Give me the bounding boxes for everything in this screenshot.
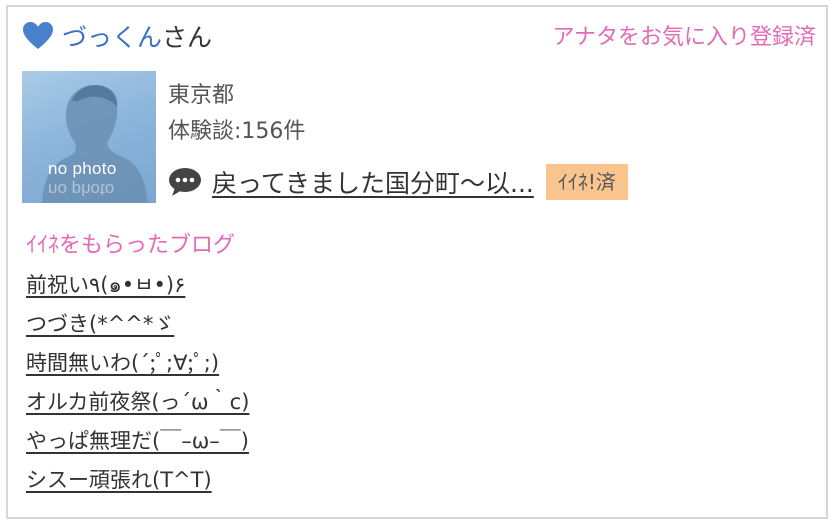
blog-link[interactable]: 時間無いわ(´;ﾟ;∀;ﾟ;) [26, 351, 219, 375]
blog-link[interactable]: オルカ前夜祭(っ´ω｀c) [26, 390, 249, 414]
list-item: やっぱ無理だ(￣–ω–￣) [26, 425, 249, 464]
latest-post: 戻ってきました国分町〜以... ｲｲﾈ!済 [168, 163, 628, 201]
avatar-placeholder-reflection: no photo [48, 180, 115, 199]
list-item: つづき(*^^*ゞ [26, 308, 249, 347]
latest-post-link[interactable]: 戻ってきました国分町〜以... [212, 164, 534, 200]
experience-count: 体験談:156件 [168, 113, 305, 145]
blog-link[interactable]: シスー頑張れ(T^T) [26, 468, 212, 492]
blog-link[interactable]: つづき(*^^*ゞ [26, 312, 174, 336]
list-item: オルカ前夜祭(っ´ω｀c) [26, 386, 249, 425]
avatar[interactable]: no photo no photo [22, 71, 156, 203]
user-location: 東京都 [168, 83, 235, 108]
list-item: 時間無いわ(´;ﾟ;∀;ﾟ;) [26, 347, 249, 386]
favorite-status: アナタをお気に入り登録済 [552, 25, 816, 50]
user-card: づっくん さん アナタをお気に入り登録済 no photo no photo 東… [6, 5, 828, 519]
list-item: 前祝い٩(๑•ㅂ•)۶ [26, 269, 249, 308]
heart-icon [23, 22, 53, 49]
liked-blogs-title: ｲｲﾈをもらったブログ [26, 233, 236, 258]
avatar-placeholder-text: no photo [48, 159, 117, 178]
like-badge: ｲｲﾈ!済 [545, 164, 628, 200]
honorific: さん [162, 23, 213, 52]
experience-value: 156件 [241, 119, 306, 144]
experience-label: 体験談: [168, 119, 242, 144]
liked-blogs-list: 前祝い٩(๑•ㅂ•)۶ つづき(*^^*ゞ 時間無いわ(´;ﾟ;∀;ﾟ;) オル… [26, 269, 249, 503]
user-name-link[interactable]: づっくん [62, 18, 162, 54]
user-header: づっくん さん [22, 17, 212, 55]
list-item: シスー頑張れ(T^T) [26, 464, 249, 503]
blog-link[interactable]: 前祝い٩(๑•ㅂ•)۶ [26, 273, 185, 297]
blog-link[interactable]: やっぱ無理だ(￣–ω–￣) [26, 429, 249, 453]
speech-bubble-icon [169, 168, 201, 196]
